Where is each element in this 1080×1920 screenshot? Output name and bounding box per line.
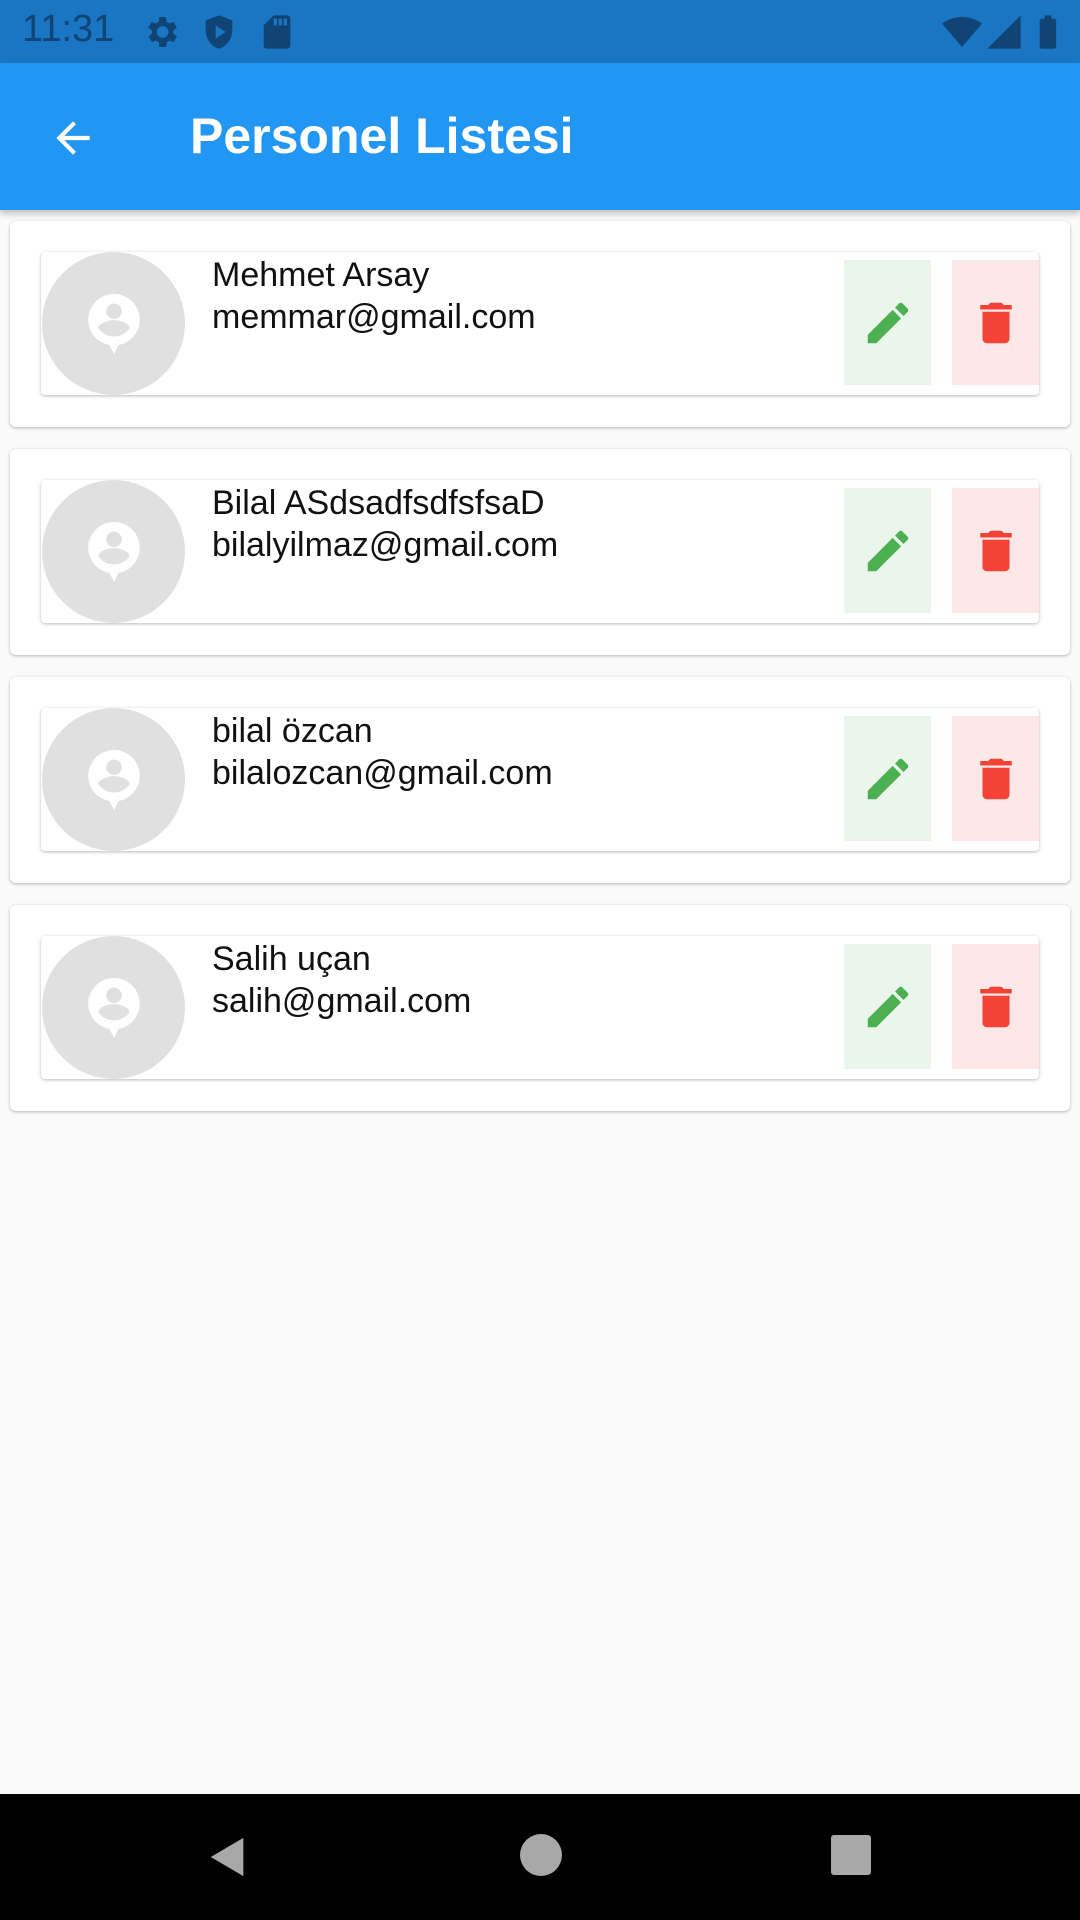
employee-card: Salih uçan salih@gmail.com (10, 905, 1070, 1111)
status-time: 11:31 (22, 8, 115, 50)
delete-button[interactable] (952, 944, 1039, 1069)
settings-icon (148, 17, 177, 47)
system-nav-bar (0, 1794, 1080, 1920)
employee-name: bilal özcan (212, 712, 373, 750)
list-item[interactable]: bilal özcan bilalozcan@gmail.com (41, 708, 1039, 851)
edit-button[interactable] (844, 944, 931, 1069)
arrow-back-icon (56, 121, 90, 155)
signal-icon (987, 15, 1021, 49)
page-title: Personel Listesi (190, 108, 574, 164)
avatar (42, 252, 185, 395)
shield-icon (205, 15, 233, 49)
trash-icon (979, 758, 1012, 799)
nav-back-icon[interactable] (205, 1834, 251, 1880)
employee-card: Bilal ASdsadfsdfsfsaD bilalyilmaz@gmail.… (10, 449, 1070, 655)
edit-button[interactable] (844, 260, 931, 385)
edit-button[interactable] (844, 716, 931, 841)
delete-button[interactable] (952, 716, 1039, 841)
sd-card-icon (263, 15, 291, 49)
list-item[interactable]: Mehmet Arsay memmar@gmail.com (41, 252, 1039, 395)
employee-email: salih@gmail.com (212, 982, 472, 1020)
trash-icon (979, 302, 1012, 343)
employee-name: Bilal ASdsadfsdfsfsaD (212, 484, 545, 522)
pencil-icon (867, 758, 908, 799)
status-bar: 11:31 (0, 0, 1080, 63)
person-placeholder-icon (87, 749, 140, 810)
employee-name: Mehmet Arsay (212, 256, 430, 294)
pencil-icon (867, 302, 908, 343)
edit-button[interactable] (844, 488, 931, 613)
pencil-icon (867, 530, 908, 571)
back-button[interactable] (38, 103, 108, 173)
employee-name: Salih uçan (212, 940, 371, 978)
employee-email: memmar@gmail.com (212, 298, 536, 336)
delete-button[interactable] (952, 488, 1039, 613)
avatar (42, 480, 185, 623)
employee-email: bilalozcan@gmail.com (212, 754, 553, 792)
trash-icon (979, 986, 1012, 1027)
employee-list: Mehmet Arsay memmar@gmail.com Bilal ASds… (10, 221, 1070, 1133)
person-placeholder-icon (87, 293, 140, 354)
avatar (42, 708, 185, 851)
list-item[interactable]: Bilal ASdsadfsdfsfsaD bilalyilmaz@gmail.… (41, 480, 1039, 623)
person-placeholder-icon (87, 977, 140, 1038)
avatar (42, 936, 185, 1079)
delete-button[interactable] (952, 260, 1039, 385)
employee-card: Mehmet Arsay memmar@gmail.com (10, 221, 1070, 427)
list-item[interactable]: Salih uçan salih@gmail.com (41, 936, 1039, 1079)
trash-icon (979, 530, 1012, 571)
employee-card: bilal özcan bilalozcan@gmail.com (10, 677, 1070, 883)
person-placeholder-icon (87, 521, 140, 582)
wifi-icon (942, 17, 982, 47)
battery-icon (1039, 15, 1057, 49)
pencil-icon (867, 986, 908, 1027)
app-bar: Personel Listesi (0, 63, 1080, 210)
nav-recents-icon[interactable] (831, 1835, 871, 1875)
nav-home-icon[interactable] (520, 1834, 562, 1876)
employee-email: bilalyilmaz@gmail.com (212, 526, 559, 564)
